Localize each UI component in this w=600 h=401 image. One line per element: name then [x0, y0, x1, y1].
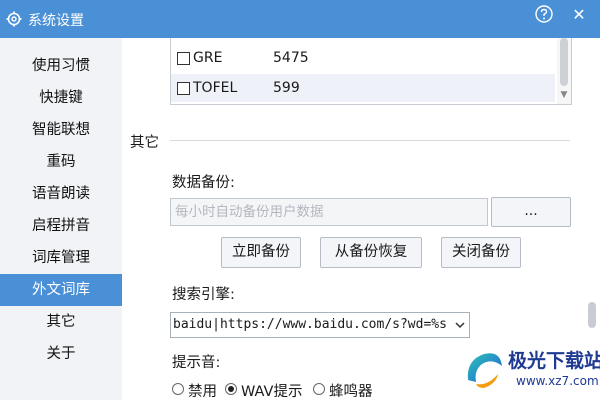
watermark-logo-icon: [467, 353, 502, 388]
lexicon-name: GRE: [193, 50, 223, 66]
section-divider: [170, 140, 570, 141]
sound-disable-radio[interactable]: [172, 383, 184, 395]
sidebar-item-duplicate-codes[interactable]: 重码: [0, 146, 122, 178]
backup-now-button[interactable]: 立即备份: [221, 237, 301, 268]
sidebar-item-other[interactable]: 其它: [0, 306, 122, 338]
lexicon-name: TOFEL: [193, 80, 238, 96]
title-bar: 系统设置 ✕: [0, 0, 600, 38]
restore-backup-button[interactable]: 从备份恢复: [320, 237, 422, 268]
watermark: 极光下载站 www.xz7.com: [462, 344, 600, 396]
list-scroll-thumb[interactable]: [560, 38, 568, 86]
sidebar-item-lexicon-manage[interactable]: 词库管理: [0, 242, 122, 274]
sidebar-item-foreign-lexicon[interactable]: 外文词库: [0, 274, 122, 306]
help-icon[interactable]: [534, 4, 554, 24]
lexicon-list: GRE 5475 TOFEL 599 ▼: [170, 38, 572, 105]
list-item[interactable]: GRE 5475: [171, 44, 555, 72]
close-icon[interactable]: ✕: [568, 4, 590, 26]
sound-label: 提示音:: [172, 355, 221, 371]
watermark-url: www.xz7.com: [516, 374, 599, 388]
sidebar-item-usage-habits[interactable]: 使用习惯: [0, 50, 122, 82]
lexicon-checkbox[interactable]: [177, 82, 190, 95]
watermark-name: 极光下载站: [508, 350, 600, 372]
chevron-down-icon[interactable]: [454, 319, 466, 331]
sidebar-item-shortcuts[interactable]: 快捷键: [0, 82, 122, 114]
sound-beeper-radio[interactable]: [313, 383, 325, 395]
sidebar-item-smart-suggest[interactable]: 智能联想: [0, 114, 122, 146]
list-scrollbar[interactable]: ▼: [557, 38, 571, 104]
search-engine-label: 搜索引擎:: [172, 287, 235, 303]
sound-beeper-label[interactable]: 蜂鸣器: [329, 380, 373, 401]
sound-disable-label[interactable]: 禁用: [188, 380, 217, 401]
lexicon-count: 599: [273, 80, 300, 96]
gear-icon: [6, 11, 22, 27]
sound-wav-label[interactable]: WAV提示: [241, 380, 302, 401]
disable-backup-button[interactable]: 关闭备份: [441, 237, 521, 268]
section-title-other: 其它: [130, 135, 159, 151]
browse-button[interactable]: ...: [491, 197, 571, 227]
sidebar-item-voice-reading[interactable]: 语音朗读: [0, 178, 122, 210]
sidebar-item-qicheng-pinyin[interactable]: 启程拼音: [0, 210, 122, 242]
backup-label: 数据备份:: [172, 175, 235, 191]
sound-wav-radio[interactable]: [225, 383, 237, 395]
lexicon-checkbox[interactable]: [177, 52, 190, 65]
list-item[interactable]: TOFEL 599: [171, 74, 555, 102]
window-title: 系统设置: [28, 13, 84, 29]
sidebar-item-about[interactable]: 关于: [0, 338, 122, 370]
content-scrollbar[interactable]: [588, 302, 596, 328]
search-engine-select[interactable]: baidu|https://www.baidu.com/s?wd=%s: [170, 312, 470, 338]
lexicon-count: 5475: [273, 50, 309, 66]
chevron-down-icon[interactable]: ▼: [559, 90, 569, 100]
backup-path-field[interactable]: 每小时自动备份用户数据: [170, 198, 488, 226]
settings-sidebar: 使用习惯 快捷键 智能联想 重码 语音朗读 启程拼音 词库管理 外文词库 其它 …: [0, 38, 123, 400]
